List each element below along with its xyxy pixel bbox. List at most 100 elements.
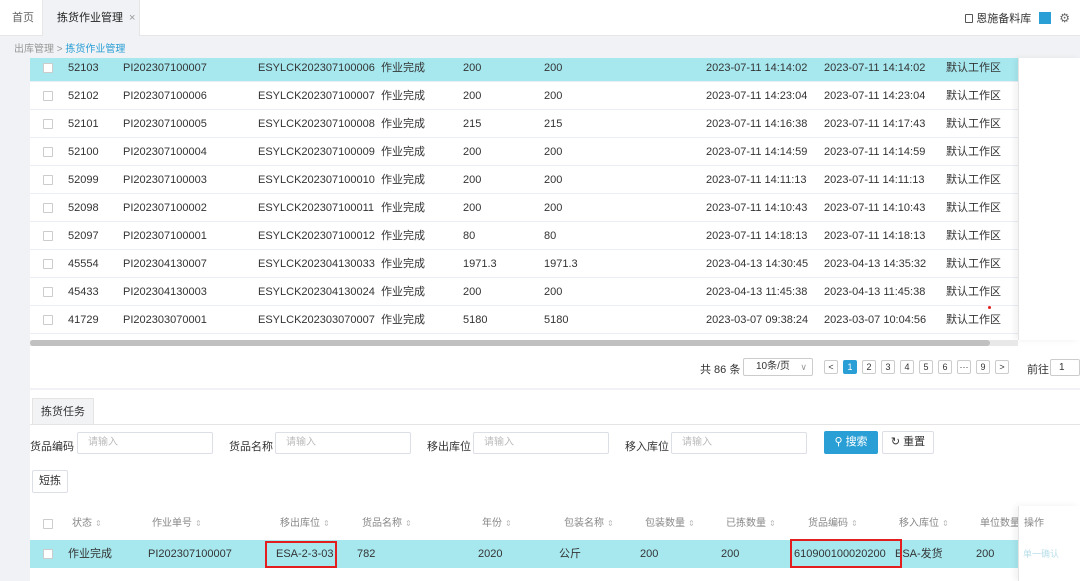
item-name-input[interactable]: 请输入 xyxy=(275,432,411,454)
horizontal-scrollbar[interactable] xyxy=(30,340,1018,346)
cell-start-time: 2023-04-13 11:45:38 xyxy=(706,286,808,298)
cell-picked: 215 xyxy=(544,118,563,130)
row-checkbox[interactable] xyxy=(43,287,53,297)
highlight-box-from-location xyxy=(265,541,337,568)
select-all-checkbox[interactable] xyxy=(43,519,53,529)
row-checkbox[interactable] xyxy=(43,203,53,213)
tab-picking-management[interactable]: 拣货作业管理 × xyxy=(42,0,140,36)
cell-id: 52098 xyxy=(68,202,99,214)
cell-order: PI202307100007 xyxy=(148,548,232,560)
column-header-item-name[interactable]: 货品名称 ⇕ xyxy=(362,512,412,536)
confirm-action-link[interactable]: 单一确认 xyxy=(1019,540,1080,568)
column-header-pack-qty[interactable]: 包装数量 ⇕ xyxy=(645,512,695,536)
cell-area: 默认工作区 xyxy=(946,90,1001,102)
breadcrumb-parent[interactable]: 出库管理 xyxy=(14,44,54,55)
page-size-select[interactable]: 10条/页 ∨ xyxy=(743,358,813,376)
to-location-input[interactable]: 请输入 xyxy=(671,432,807,454)
task-table-row[interactable]: 作业完成 PI202307100007 ESA-2-3-03 782 2020 … xyxy=(30,540,1080,568)
row-checkbox[interactable] xyxy=(43,231,53,241)
page-button-3[interactable]: 3 xyxy=(881,360,895,374)
cell-picked: 1971.3 xyxy=(544,258,578,270)
page-button-4[interactable]: 4 xyxy=(900,360,914,374)
cell-end-time: 2023-07-11 14:23:04 xyxy=(824,90,926,102)
cell-area: 默认工作区 xyxy=(946,258,1001,270)
warehouse-name: 恩施备料库 xyxy=(976,13,1032,25)
row-checkbox[interactable] xyxy=(43,549,53,559)
goto-page-input[interactable]: 1 xyxy=(1050,359,1080,376)
page-button-2[interactable]: 2 xyxy=(862,360,876,374)
cell-pack-qty: 200 xyxy=(640,548,659,560)
filter-label-from-location: 移出库位 xyxy=(427,441,471,453)
table-row[interactable]: 52098 PI202307100002 ESYLCK202307100011 作业完… xyxy=(30,194,1018,222)
cell-order: PI202307100004 xyxy=(123,146,207,158)
row-checkbox[interactable] xyxy=(43,91,53,101)
theme-color-icon[interactable] xyxy=(1039,12,1052,24)
cell-order: PI202307100003 xyxy=(123,174,207,186)
cell-quantity: 200 xyxy=(463,90,482,102)
column-header-from-location[interactable]: 移出库位 ⇕ xyxy=(280,512,330,536)
column-header-order[interactable]: 作业单号 ⇕ xyxy=(152,512,202,536)
close-icon[interactable]: × xyxy=(129,12,135,24)
cell-task: ESYLCK202307100011 xyxy=(258,202,375,214)
item-code-input[interactable]: 请输入 xyxy=(77,432,213,454)
tab-home[interactable]: 首页 xyxy=(12,0,34,36)
table-row[interactable]: 52103 PI202307100007 ESYLCK202307100006 作业完… xyxy=(30,58,1018,82)
row-checkbox[interactable] xyxy=(43,63,53,73)
cell-status: 作业完成 xyxy=(381,258,425,270)
page-button-1[interactable]: 1 xyxy=(843,360,857,374)
cell-order: PI202307100005 xyxy=(123,118,207,130)
cell-id: 52097 xyxy=(68,230,99,242)
cell-picked: 200 xyxy=(544,62,563,74)
cell-area: 默认工作区 xyxy=(946,230,1001,242)
row-checkbox[interactable] xyxy=(43,175,53,185)
tab-picking-task[interactable]: 拣货任务 xyxy=(32,398,94,424)
table-row[interactable]: 52097 PI202307100001 ESYLCK202307100012 作业完… xyxy=(30,222,1018,250)
table-row[interactable]: 52100 PI202307100004 ESYLCK202307100009 作业完… xyxy=(30,138,1018,166)
page-button-5[interactable]: 5 xyxy=(919,360,933,374)
row-checkbox[interactable] xyxy=(43,119,53,129)
cell-pack-name: 公斤 xyxy=(559,548,581,560)
cell-picked: 200 xyxy=(544,174,563,186)
column-header-unit-qty[interactable]: 单位数量 xyxy=(980,512,1020,536)
cell-end-time: 2023-07-11 14:11:13 xyxy=(824,174,925,186)
reset-button[interactable]: ↻ 重置 xyxy=(882,431,934,454)
next-page-button[interactable]: > xyxy=(995,360,1009,374)
row-checkbox[interactable] xyxy=(43,147,53,157)
pagination-total: 共 86 条 xyxy=(700,364,741,376)
column-header-year[interactable]: 年份 ⇕ xyxy=(482,512,512,536)
cell-status: 作业完成 xyxy=(381,314,425,326)
breadcrumb-separator: > xyxy=(54,44,66,55)
table-row[interactable]: 45554 PI202304130007 ESYLCK202304130033 作业完… xyxy=(30,250,1018,278)
prev-page-button[interactable]: < xyxy=(824,360,838,374)
from-location-input[interactable]: 请输入 xyxy=(473,432,609,454)
page-button-9[interactable]: 9 xyxy=(976,360,990,374)
cell-end-time: 2023-07-11 14:14:02 xyxy=(824,62,926,74)
cell-status: 作业完成 xyxy=(68,548,112,560)
cell-quantity: 200 xyxy=(463,62,482,74)
column-header-pack-name[interactable]: 包装名称 ⇕ xyxy=(564,512,614,536)
column-header-status[interactable]: 状态 ⇕ xyxy=(72,512,102,536)
cell-start-time: 2023-07-11 14:14:59 xyxy=(706,146,808,158)
search-button[interactable]: ⚲ 搜索 xyxy=(824,431,878,454)
cell-order: PI202303070001 xyxy=(123,314,207,326)
cell-picked-qty: 200 xyxy=(721,548,740,560)
cell-task: ESYLCK202307100009 xyxy=(258,146,375,158)
table-row[interactable]: 52099 PI202307100003 ESYLCK202307100010 作业完… xyxy=(30,166,1018,194)
scrollbar-thumb[interactable] xyxy=(30,340,990,346)
cell-end-time: 2023-03-07 10:04:56 xyxy=(824,314,927,326)
row-checkbox[interactable] xyxy=(43,259,53,269)
cell-order: PI202307100001 xyxy=(123,230,207,242)
gear-icon[interactable]: ⚙ xyxy=(1059,0,1070,36)
table-row[interactable]: 41729 PI202303070001 ESYLCK202303070007 作业完… xyxy=(30,306,1018,334)
more-pages-button[interactable]: ··· xyxy=(957,360,971,374)
column-header-picked-qty[interactable]: 已拣数量 ⇕ xyxy=(726,512,776,536)
page-button-6[interactable]: 6 xyxy=(938,360,952,374)
table-row[interactable]: 52101 PI202307100005 ESYLCK202307100008 作业完… xyxy=(30,110,1018,138)
short-pick-button[interactable]: 短拣 xyxy=(32,470,68,493)
table-row[interactable]: 52102 PI202307100006 ESYLCK202307100007 作业完… xyxy=(30,82,1018,110)
column-header-item-code[interactable]: 货品编码 ⇕ xyxy=(808,512,858,536)
table-row[interactable]: 45433 PI202304130003 ESYLCK202304130024 作业完… xyxy=(30,278,1018,306)
column-header-to-location[interactable]: 移入库位 ⇕ xyxy=(899,512,949,536)
row-checkbox[interactable] xyxy=(43,315,53,325)
warehouse-switcher[interactable]: 恩施备料库 ⚙ xyxy=(965,0,1070,36)
